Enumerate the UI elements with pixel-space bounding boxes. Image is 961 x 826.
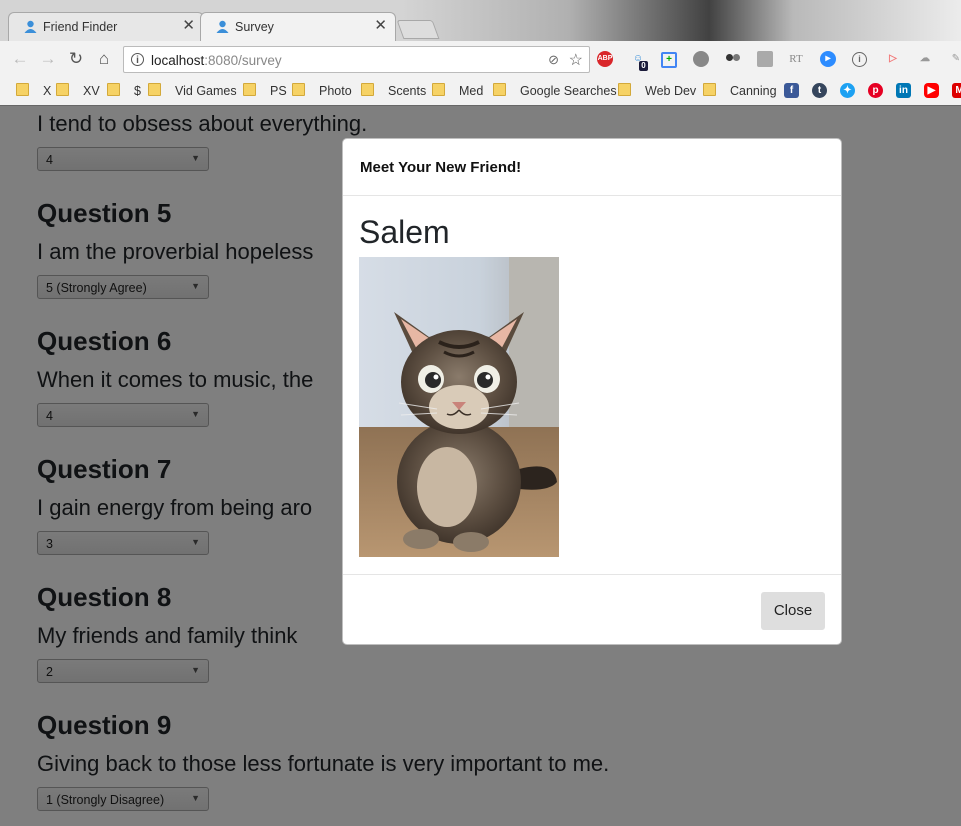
url-host: localhost	[151, 53, 205, 68]
bookmark-folder[interactable]: PS	[243, 83, 287, 101]
bookmark-label: Photo	[319, 84, 352, 98]
folder-icon	[292, 83, 305, 96]
browser-toolbar: ← → ↻ ⌂ i localhost:8080/survey ⊘ ☆ ABP …	[0, 41, 961, 78]
bookmark-label: PS	[270, 84, 287, 98]
pinterest-icon[interactable]: p	[868, 83, 883, 98]
gmail-icon[interactable]: M	[952, 83, 961, 98]
bookmark-label: XV	[83, 84, 100, 98]
bookmark-label: Google Searches	[520, 84, 617, 98]
address-bar[interactable]: i localhost:8080/survey ⊘ ☆	[123, 46, 590, 73]
extension-badge: 0	[639, 61, 648, 71]
zoom-icon[interactable]: ▸	[820, 51, 836, 67]
tab-friend-finder[interactable]: Friend Finder ✕	[8, 12, 204, 41]
folder-icon	[493, 83, 506, 96]
folder-icon	[703, 83, 716, 96]
youtube-icon[interactable]: ▶	[924, 83, 939, 98]
folder-icon	[618, 83, 631, 96]
facebook-icon[interactable]: f	[784, 83, 799, 98]
friend-photo	[359, 257, 559, 557]
bookmark-folder[interactable]: Scents	[361, 83, 426, 101]
bookmark-folder[interactable]: Photo	[292, 83, 352, 101]
cookie-blocked-icon[interactable]: ⊘	[548, 52, 559, 68]
close-button[interactable]: Close	[761, 592, 825, 630]
reload-icon[interactable]: ↻	[66, 49, 86, 69]
bookmarks-bar: X XV $ Vid Games PS Photo Scents Med Goo…	[0, 78, 961, 106]
extension-pen-icon[interactable]: ✎	[948, 51, 961, 67]
close-icon[interactable]: ✕	[182, 18, 195, 34]
modal-header: Meet Your New Friend!	[343, 139, 841, 196]
new-tab-button[interactable]	[396, 20, 440, 39]
bookmark-folder[interactable]: Canning	[703, 83, 777, 101]
twitter-icon[interactable]: ✦	[840, 83, 855, 98]
linkedin-icon[interactable]: in	[896, 83, 911, 98]
bookmark-label: Canning	[730, 84, 777, 98]
bookmark-label: Web Dev	[645, 84, 697, 98]
tumblr-icon[interactable]: t	[812, 83, 827, 98]
bookmark-label: Vid Games	[175, 84, 237, 98]
friend-name: Salem	[359, 214, 450, 250]
ghostery-icon[interactable]: ☺ 0	[630, 51, 648, 71]
bookmark-folder[interactable]: Web Dev	[618, 83, 696, 101]
info-icon[interactable]: i	[131, 53, 144, 66]
tab-strip: Friend Finder ✕ Survey ✕	[0, 0, 961, 41]
window-background	[401, 0, 961, 41]
google-plus-icon[interactable]: +	[661, 52, 677, 68]
person-icon	[24, 20, 37, 33]
adblock-icon[interactable]: ABP	[597, 51, 613, 67]
bookmark-folder[interactable]: X	[16, 83, 51, 101]
close-icon[interactable]: ✕	[374, 18, 387, 34]
folder-icon	[243, 83, 256, 96]
folder-icon	[361, 83, 374, 96]
folder-icon	[432, 83, 445, 96]
bookmark-star-icon[interactable]: ☆	[569, 50, 583, 70]
bookmark-folder[interactable]: Vid Games	[148, 83, 237, 101]
kitten-image	[359, 257, 559, 557]
url-path: :8080/survey	[204, 53, 282, 68]
bookmark-label: X	[43, 84, 52, 98]
bookmark-label: $	[134, 84, 141, 98]
home-icon[interactable]: ⌂	[94, 49, 114, 69]
bookmark-label: Med	[459, 84, 484, 98]
extension-cloud-icon[interactable]: ☁	[917, 51, 933, 67]
friend-match-modal: Meet Your New Friend! Salem Close	[342, 138, 842, 645]
tab-survey[interactable]: Survey ✕	[200, 12, 396, 41]
modal-title: Meet Your New Friend!	[360, 159, 522, 176]
extension-globe-icon[interactable]	[693, 51, 709, 67]
bookmark-folder[interactable]: XV	[56, 83, 100, 101]
bookmark-folder[interactable]: Google Searches	[493, 83, 617, 101]
rt-extension-icon[interactable]: RT	[788, 51, 804, 67]
folder-icon	[107, 83, 120, 96]
modal-footer: Close	[343, 574, 841, 646]
folder-icon	[148, 83, 161, 96]
folder-icon	[56, 83, 69, 96]
folder-icon	[16, 83, 29, 96]
extension-dots-icon[interactable]	[725, 51, 741, 67]
extension-image-icon[interactable]	[757, 51, 773, 67]
bookmark-label: Scents	[388, 84, 427, 98]
bookmark-folder[interactable]: $	[107, 83, 141, 101]
info-circle-icon[interactable]: i	[852, 52, 867, 67]
tab-title: Friend Finder	[43, 20, 118, 34]
bookmark-folder[interactable]: Med	[432, 83, 483, 101]
person-icon	[216, 20, 229, 33]
extension-arrow-icon[interactable]: ▷	[885, 51, 901, 67]
forward-icon[interactable]: →	[38, 49, 58, 69]
back-icon[interactable]: ←	[10, 49, 30, 69]
tab-title: Survey	[235, 20, 274, 34]
